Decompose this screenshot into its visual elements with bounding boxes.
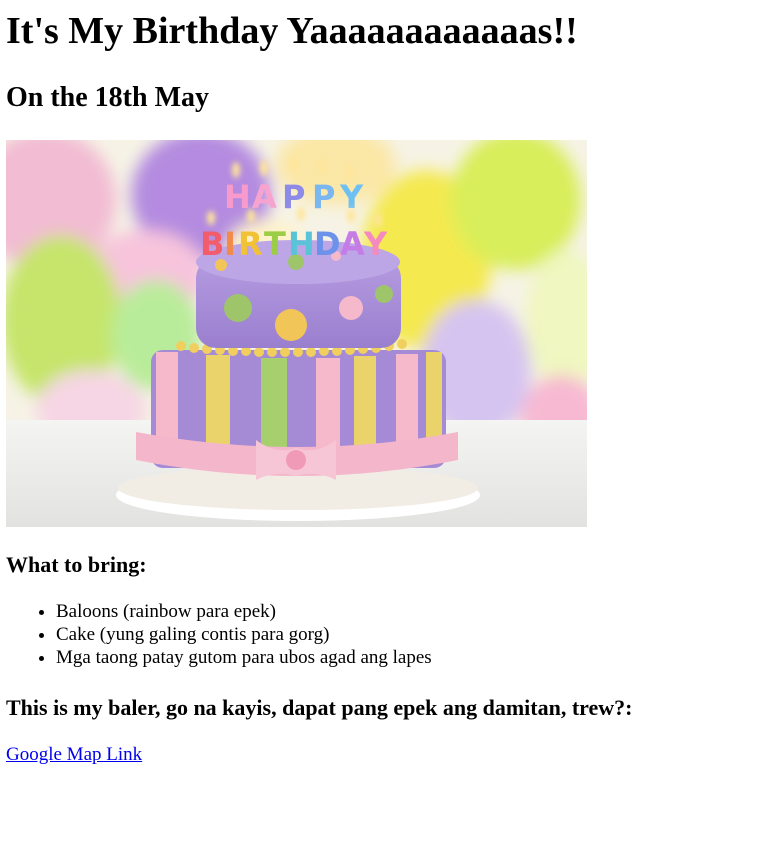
date-subtitle: On the 18th May (6, 82, 209, 113)
svg-text:R: R (238, 225, 263, 263)
google-map-link[interactable]: Google Map Link (6, 743, 142, 767)
svg-text:B: B (200, 225, 224, 263)
list-item: Mga taong patay gutom para ubos agad ang… (56, 646, 432, 669)
svg-text:D: D (314, 225, 341, 263)
svg-text:A: A (252, 178, 277, 216)
list-item: Baloons (rainbow para epek) (56, 600, 432, 623)
birthday-cake-image: H A P P Y B I R T H D A Y (6, 140, 587, 527)
svg-text:I: I (224, 225, 236, 263)
location-heading: This is my baler, go na kayis, dapat pan… (6, 695, 633, 720)
svg-text:H: H (288, 225, 315, 263)
what-to-bring-heading: What to bring: (6, 552, 147, 577)
bring-list: Baloons (rainbow para epek) Cake (yung g… (6, 600, 432, 669)
svg-text:T: T (264, 225, 286, 263)
svg-text:H: H (224, 178, 251, 216)
svg-text:A: A (340, 225, 365, 263)
page-title: It's My Birthday Yaaaaaaaaaaaas!! (6, 10, 578, 52)
svg-text:Y: Y (363, 225, 388, 263)
svg-text:P: P (312, 178, 335, 216)
list-item: Cake (yung galing contis para gorg) (56, 623, 432, 646)
